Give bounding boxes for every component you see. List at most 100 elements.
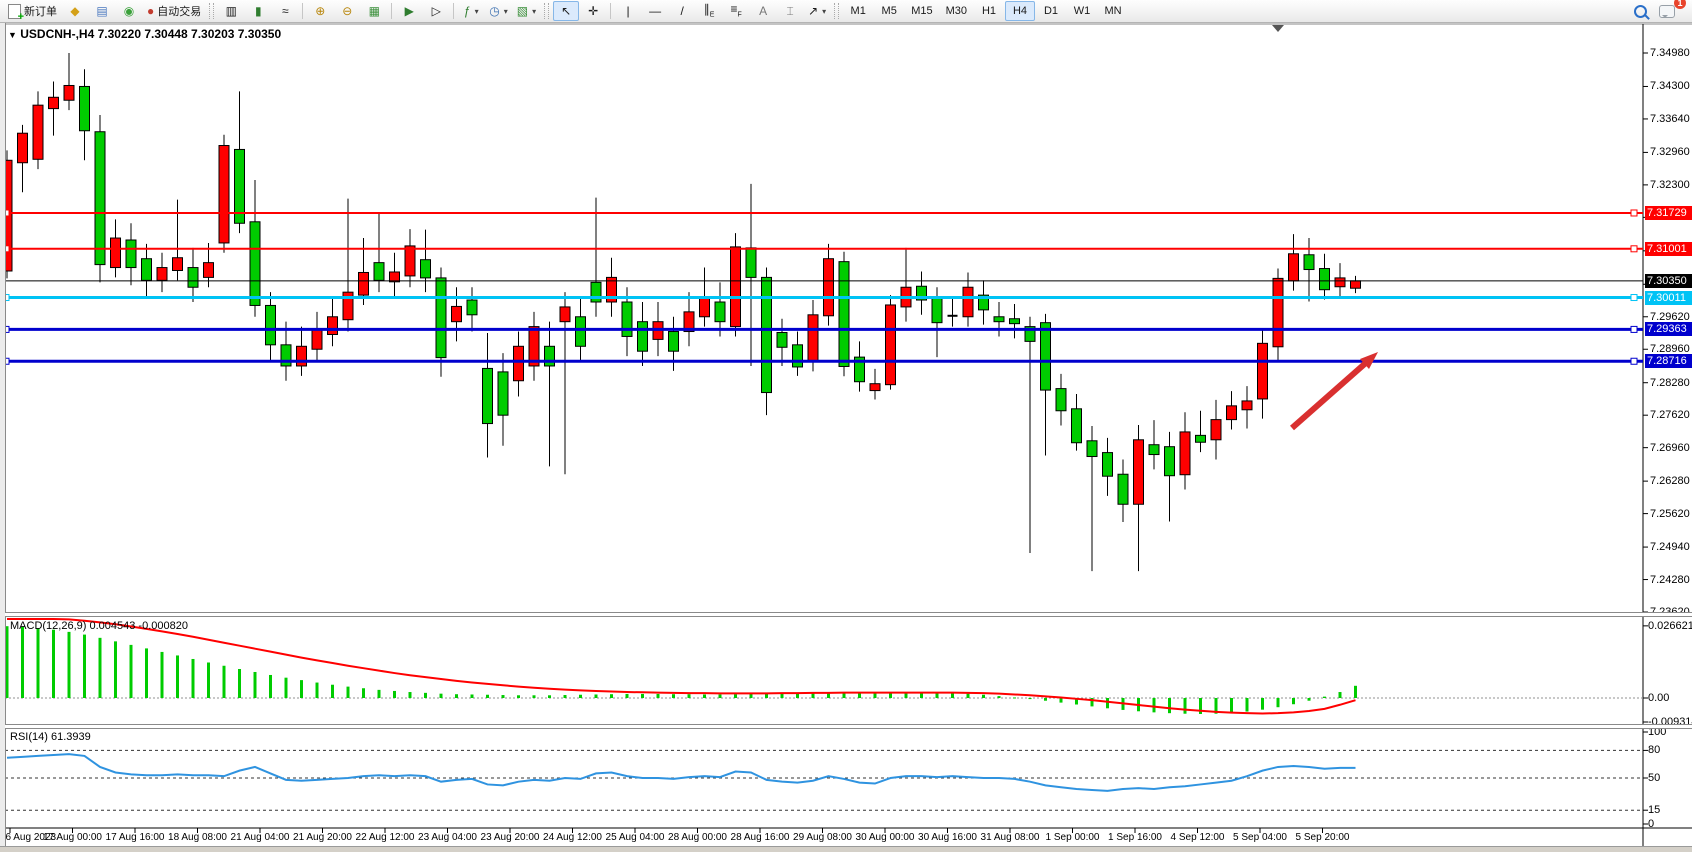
- search-button[interactable]: [1627, 1, 1653, 21]
- candle-body: [250, 222, 260, 306]
- pane-separator-macd[interactable]: [5, 612, 1692, 617]
- candle-body: [994, 317, 1004, 322]
- candle-body: [1258, 343, 1268, 399]
- macd-histogram-bar: [626, 694, 629, 698]
- macd-histogram-bar: [1323, 697, 1326, 698]
- candle-body: [777, 333, 787, 348]
- cursor-button[interactable]: ↖: [553, 1, 579, 21]
- tile-windows-button[interactable]: ▦: [361, 1, 387, 21]
- styles-button[interactable]: ◆: [62, 1, 88, 21]
- candle-body: [746, 248, 756, 278]
- arrows-button[interactable]: ↗▾: [804, 1, 830, 21]
- autotrade-button[interactable]: ● 自动交易: [143, 1, 205, 21]
- channel-button[interactable]: ∥E: [696, 1, 722, 21]
- timeframe-m1-button[interactable]: M1: [843, 1, 873, 21]
- candle-body: [1351, 281, 1361, 288]
- macd-histogram-bar: [145, 648, 148, 698]
- macd-histogram-bar: [176, 655, 179, 698]
- hline-handle[interactable]: [1631, 295, 1637, 301]
- time-axis-label: 17 Aug 00:00: [43, 832, 102, 843]
- price-line-badge: 7.31001: [1645, 242, 1692, 256]
- price-line-badge: 7.30011: [1645, 291, 1692, 305]
- timeframe-d1-button[interactable]: D1: [1036, 1, 1066, 21]
- timeframe-h1-button[interactable]: H1: [974, 1, 1004, 21]
- chart-shift-marker-icon[interactable]: [1272, 25, 1284, 32]
- candle-body: [932, 297, 942, 323]
- time-axis-label: 28 Aug 16:00: [731, 832, 790, 843]
- hline-handle[interactable]: [1631, 358, 1637, 364]
- periods-button[interactable]: ◷▾: [485, 1, 512, 21]
- price-axis-label: 7.28280: [1650, 377, 1690, 389]
- main-toolbar: 新订单 ◆ ▤ ◉ ● 自动交易 ▥ ▮ ≈ ⊕ ⊖ ▦ ▶ ▷ ƒ▾ ◷▾ ▧…: [0, 0, 1692, 23]
- macd-histogram-bar: [440, 694, 443, 698]
- chart-shift-button[interactable]: ▷: [423, 1, 449, 21]
- hline-handle[interactable]: [1631, 326, 1637, 332]
- hline-handle[interactable]: [1631, 246, 1637, 252]
- templates-button[interactable]: ▧▾: [513, 1, 540, 21]
- periods-clock-icon: ◷: [489, 5, 499, 17]
- macd-histogram-bar: [1044, 698, 1047, 701]
- timeframe-h4-button[interactable]: H4: [1005, 1, 1035, 21]
- indicators-button[interactable]: ƒ▾: [458, 1, 484, 21]
- autotrade-icon: ●: [147, 5, 154, 17]
- macd-histogram-bar: [207, 662, 210, 698]
- candle-body: [359, 272, 369, 295]
- new-order-button[interactable]: 新订单: [4, 1, 61, 21]
- auto-scroll-button[interactable]: ▶: [396, 1, 422, 21]
- candle-body: [1320, 269, 1330, 290]
- collapse-icon[interactable]: ▼: [8, 30, 17, 40]
- vertical-line-icon: |: [627, 5, 630, 17]
- price-axis-label: 7.26960: [1650, 442, 1690, 454]
- vertical-line-button[interactable]: |: [615, 1, 641, 21]
- line-chart-button[interactable]: ≈: [272, 1, 298, 21]
- crosshair-button[interactable]: ✛: [580, 1, 606, 21]
- macd-histogram-bar: [517, 695, 520, 698]
- macd-histogram-bar: [161, 652, 164, 698]
- bar-chart-button[interactable]: ▥: [218, 1, 244, 21]
- macd-histogram-bar: [21, 627, 24, 698]
- trend-arrow[interactable]: [1292, 361, 1368, 428]
- zoom-in-button[interactable]: ⊕: [307, 1, 333, 21]
- macd-histogram-bar: [347, 687, 350, 698]
- timeframe-mn-button[interactable]: MN: [1098, 1, 1128, 21]
- candle-body: [483, 368, 493, 423]
- text-button[interactable]: A: [750, 1, 776, 21]
- time-axis-label: 1 Sep 16:00: [1108, 832, 1162, 843]
- macd-histogram-bar: [688, 694, 691, 698]
- hline-handle[interactable]: [1631, 210, 1637, 216]
- candle-body: [204, 263, 214, 278]
- timeframe-group: M1M5M15M30H1H4D1W1MN: [843, 1, 1128, 21]
- zoom-out-button[interactable]: ⊖: [334, 1, 360, 21]
- horizontal-line-button[interactable]: —: [642, 1, 668, 21]
- fibonacci-button[interactable]: ≡F: [723, 1, 749, 21]
- timeframe-m5-button[interactable]: M5: [874, 1, 904, 21]
- candle-body: [1227, 406, 1237, 420]
- candle-body: [1289, 254, 1299, 281]
- candle-body: [963, 287, 973, 317]
- price-line-badge: 7.31729: [1645, 206, 1692, 220]
- time-axis-label: 30 Aug 16:00: [918, 832, 977, 843]
- price-axis-label: 7.32960: [1650, 146, 1690, 158]
- candle-body: [328, 317, 338, 335]
- timeframe-m15-button[interactable]: M15: [905, 1, 938, 21]
- candle-body: [33, 105, 43, 159]
- timeframe-w1-button[interactable]: W1: [1067, 1, 1097, 21]
- candle-body: [111, 238, 121, 268]
- macd-histogram-bar: [471, 694, 474, 698]
- broadcast-button[interactable]: ◉: [116, 1, 142, 21]
- candle-body: [870, 384, 880, 391]
- trendline-button[interactable]: /: [669, 1, 695, 21]
- rsi-axis-label: 0: [1648, 818, 1654, 830]
- price-axis-label: 7.34980: [1650, 47, 1690, 59]
- macd-histogram-bar: [889, 693, 892, 698]
- pane-separator-rsi[interactable]: [5, 724, 1692, 729]
- charts-window-button[interactable]: ▤: [89, 1, 115, 21]
- rsi-axis-label: 50: [1648, 772, 1660, 784]
- timeframe-m30-button[interactable]: M30: [940, 1, 973, 21]
- chat-button[interactable]: 1: [1654, 1, 1680, 21]
- text-label-button[interactable]: ⌶: [777, 1, 803, 21]
- macd-histogram-bar: [1308, 698, 1311, 701]
- zoom-in-icon: ⊕: [315, 5, 325, 17]
- candle-chart-button[interactable]: ▮: [245, 1, 271, 21]
- chat-icon: [1659, 5, 1675, 18]
